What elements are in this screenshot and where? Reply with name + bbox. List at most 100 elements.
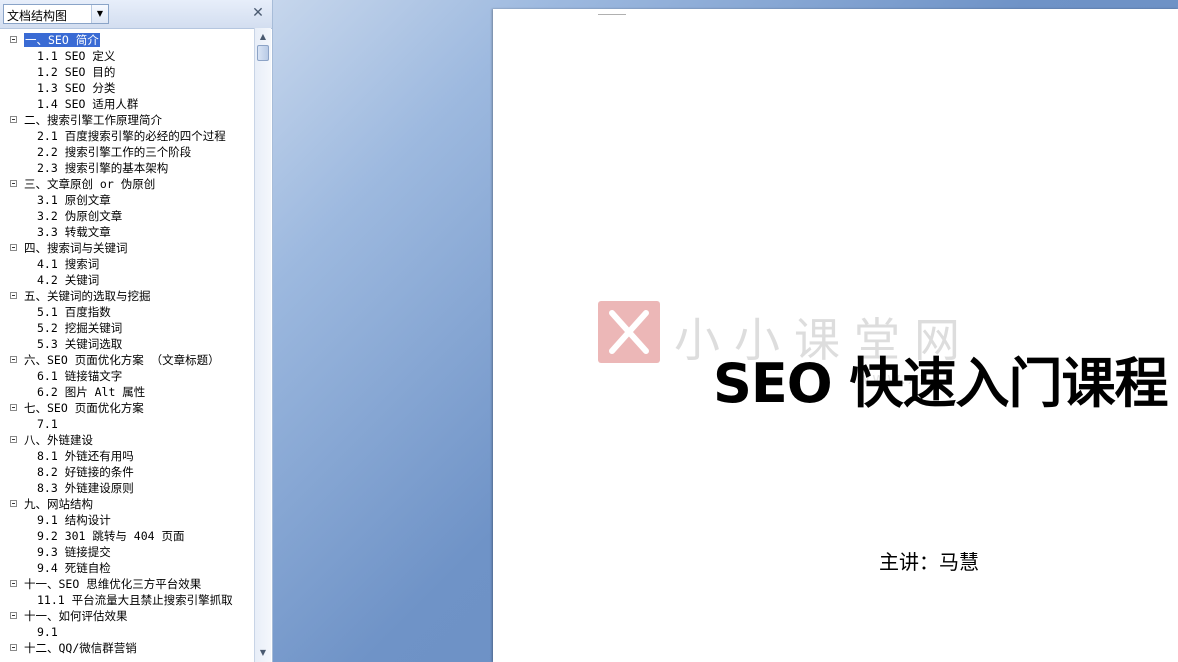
scroll-down-icon[interactable]: ▼	[257, 646, 269, 660]
outline-subheading[interactable]: 8.1 外链还有用吗	[0, 448, 254, 464]
outline-subheading[interactable]: 1.3 SEO 分类	[0, 80, 254, 96]
outline-item-label: 5.1 百度指数	[37, 305, 111, 319]
outline-item-label: 5.2 挖掘关键词	[37, 321, 123, 335]
vertical-scrollbar[interactable]: ▲ ▼	[254, 28, 271, 662]
outline-item-label: 2.2 搜索引擎工作的三个阶段	[37, 145, 192, 159]
outline-heading[interactable]: 八、外链建设	[0, 432, 254, 448]
document-workspace: 小小课堂网 www.xx SEO 快速入门课程 主讲：马慧	[273, 0, 1178, 662]
outline-item-label: 4.2 关键词	[37, 273, 100, 287]
outline-item-label: 6.1 链接锚文字	[37, 369, 123, 383]
document-map-header: 文档结构图 ▼ ✕	[0, 0, 272, 29]
collapse-toggle-icon[interactable]	[10, 644, 17, 651]
collapse-toggle-icon[interactable]	[10, 292, 17, 299]
outline-subheading[interactable]: 6.1 链接锚文字	[0, 368, 254, 384]
collapse-toggle-icon[interactable]	[10, 244, 17, 251]
chevron-down-icon[interactable]: ▼	[91, 5, 108, 23]
outline-item-label: 五、关键词的选取与挖掘	[24, 289, 151, 303]
outline-item-label: 十二、QQ/微信群营销	[24, 641, 137, 655]
outline-subheading[interactable]: 6.2 图片 Alt 属性	[0, 384, 254, 400]
outline-item-label: 十一、如何评估效果	[24, 609, 128, 623]
view-select-label: 文档结构图	[7, 9, 68, 23]
outline-subheading[interactable]: 8.2 好链接的条件	[0, 464, 254, 480]
collapse-toggle-icon[interactable]	[10, 356, 17, 363]
watermark-logo-icon	[598, 301, 660, 363]
outline-item-label: 七、SEO 页面优化方案	[24, 401, 144, 415]
outline-subheading[interactable]: 9.1	[0, 624, 254, 640]
document-map-pane: 文档结构图 ▼ ✕ 一、SEO 简介 1.1 SEO 定义 1.2 SEO 目的 1.…	[0, 0, 273, 662]
document-page[interactable]: 小小课堂网 www.xx SEO 快速入门课程 主讲：马慧	[493, 9, 1178, 662]
outline-item-label: 3.1 原创文章	[37, 193, 111, 207]
collapse-toggle-icon[interactable]	[10, 116, 17, 123]
outline-subheading[interactable]: 2.3 搜索引擎的基本架构	[0, 160, 254, 176]
outline-heading[interactable]: 十二、QQ/微信群营销	[0, 640, 254, 656]
outline-subheading[interactable]: 2.1 百度搜索引擎的必经的四个过程	[0, 128, 254, 144]
collapse-toggle-icon[interactable]	[10, 580, 17, 587]
outline-subheading[interactable]: 1.1 SEO 定义	[0, 48, 254, 64]
outline-item-label: 二、搜索引擎工作原理简介	[24, 113, 162, 127]
outline-heading[interactable]: 四、搜索词与关键词	[0, 240, 254, 256]
outline-subheading[interactable]: 2.2 搜索引擎工作的三个阶段	[0, 144, 254, 160]
outline-item-label: 4.1 搜索词	[37, 257, 100, 271]
outline-item-label: 9.3 链接提交	[37, 545, 111, 559]
outline-item-label: 1.1 SEO 定义	[37, 49, 116, 63]
outline-heading[interactable]: 六、SEO 页面优化方案 （文章标题）	[0, 352, 254, 368]
outline-item-label: 9.1 结构设计	[37, 513, 111, 527]
outline-subheading[interactable]: 9.1 结构设计	[0, 512, 254, 528]
outline-item-label: 5.3 关键词选取	[37, 337, 123, 351]
scroll-up-icon[interactable]: ▲	[257, 30, 269, 44]
outline-item-label: 八、外链建设	[24, 433, 93, 447]
outline-subheading[interactable]: 5.2 挖掘关键词	[0, 320, 254, 336]
outline-subheading[interactable]: 3.2 伪原创文章	[0, 208, 254, 224]
outline-item-label: 8.1 外链还有用吗	[37, 449, 134, 463]
outline-item-label: 1.4 SEO 适用人群	[37, 97, 139, 111]
outline-subheading[interactable]: 7.1	[0, 416, 254, 432]
outline-item-label: 3.2 伪原创文章	[37, 209, 123, 223]
outline-item-label: 9.4 死链自检	[37, 561, 111, 575]
outline-item-label: 2.3 搜索引擎的基本架构	[37, 161, 169, 175]
view-select[interactable]: 文档结构图 ▼	[3, 4, 109, 24]
scroll-thumb[interactable]	[257, 45, 269, 61]
outline-heading[interactable]: 五、关键词的选取与挖掘	[0, 288, 254, 304]
outline-heading[interactable]: 三、文章原创 or 伪原创	[0, 176, 254, 192]
outline-subheading[interactable]: 4.1 搜索词	[0, 256, 254, 272]
outline-subheading[interactable]: 3.1 原创文章	[0, 192, 254, 208]
outline-item-label: 9.1	[37, 625, 58, 639]
outline-subheading[interactable]: 4.2 关键词	[0, 272, 254, 288]
outline-heading[interactable]: 一、SEO 简介	[0, 32, 254, 48]
outline-subheading[interactable]: 8.3 外链建设原则	[0, 480, 254, 496]
close-icon[interactable]: ✕	[250, 5, 266, 21]
outline-subheading[interactable]: 5.3 关键词选取	[0, 336, 254, 352]
collapse-toggle-icon[interactable]	[10, 436, 17, 443]
outline-item-label: 三、文章原创 or 伪原创	[24, 177, 156, 191]
outline-item-label: 1.2 SEO 目的	[37, 65, 116, 79]
outline-item-label: 1.3 SEO 分类	[37, 81, 116, 95]
outline-subheading[interactable]: 9.3 链接提交	[0, 544, 254, 560]
outline-item-label: 六、SEO 页面优化方案 （文章标题）	[24, 353, 220, 367]
collapse-toggle-icon[interactable]	[10, 500, 17, 507]
outline-subheading[interactable]: 1.2 SEO 目的	[0, 64, 254, 80]
collapse-toggle-icon[interactable]	[10, 180, 17, 187]
outline-item-label: 3.3 转载文章	[37, 225, 111, 239]
document-lecturer: 主讲：马慧	[879, 550, 979, 574]
outline-item-label: 一、SEO 简介	[24, 33, 100, 47]
outline-subheading[interactable]: 5.1 百度指数	[0, 304, 254, 320]
outline-heading[interactable]: 十一、SEO 思维优化三方平台效果	[0, 576, 254, 592]
outline-subheading[interactable]: 9.4 死链自检	[0, 560, 254, 576]
collapse-toggle-icon[interactable]	[10, 404, 17, 411]
outline-subheading[interactable]: 3.3 转载文章	[0, 224, 254, 240]
outline-subheading[interactable]: 1.4 SEO 适用人群	[0, 96, 254, 112]
outline-heading[interactable]: 七、SEO 页面优化方案	[0, 400, 254, 416]
collapse-toggle-icon[interactable]	[10, 36, 17, 43]
outline-item-label: 8.2 好链接的条件	[37, 465, 134, 479]
outline-heading[interactable]: 十一、如何评估效果	[0, 608, 254, 624]
collapse-toggle-icon[interactable]	[10, 612, 17, 619]
outline-subheading[interactable]: 9.2 301 跳转与 404 页面	[0, 528, 254, 544]
outline-subheading[interactable]: 11.1 平台流量大且禁止搜索引擎抓取	[0, 592, 254, 608]
outline-item-label: 8.3 外链建设原则	[37, 481, 134, 495]
outline-item-label: 四、搜索词与关键词	[24, 241, 128, 255]
document-outline-tree: 一、SEO 简介 1.1 SEO 定义 1.2 SEO 目的 1.3 SEO 分类 1.…	[0, 32, 254, 662]
outline-heading[interactable]: 二、搜索引擎工作原理简介	[0, 112, 254, 128]
outline-heading[interactable]: 九、网站结构	[0, 496, 254, 512]
outline-item-label: 6.2 图片 Alt 属性	[37, 385, 146, 399]
page-margin-mark	[598, 11, 626, 15]
